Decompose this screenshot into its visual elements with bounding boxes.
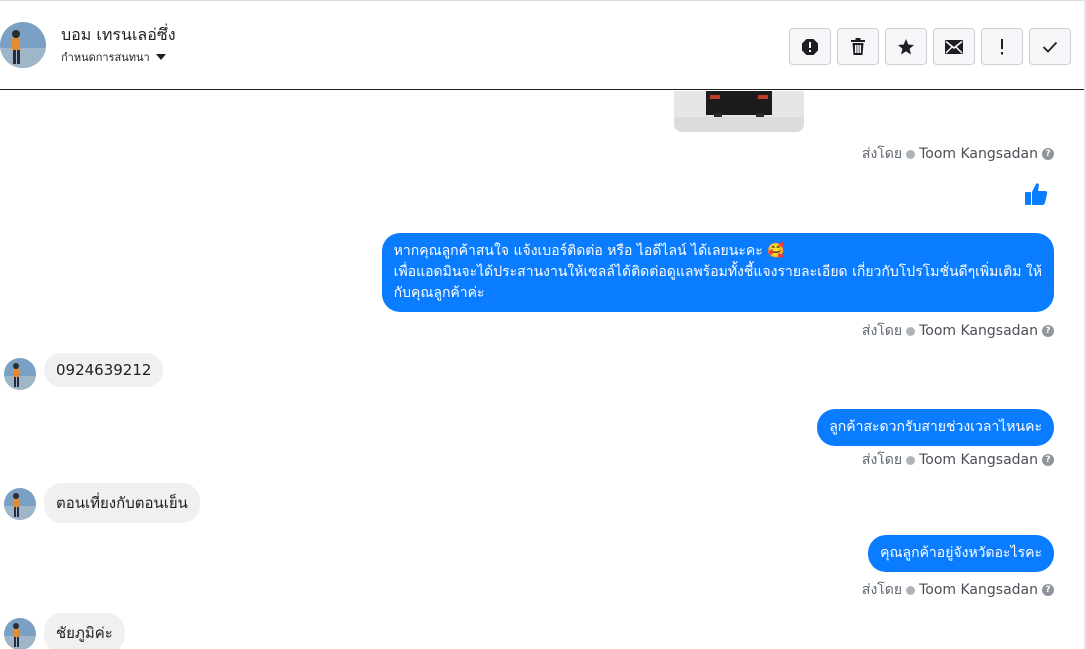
sent-by-info: ส่งโดย Toom Kangsadan ?: [862, 579, 1054, 601]
contact-name[interactable]: บอม เทรนเลอ่ซึ่ง: [61, 23, 176, 48]
incoming-message[interactable]: ตอนเที่ยงกับตอนเย็น: [44, 483, 200, 523]
sent-by-label: ส่งโดย: [861, 323, 903, 339]
help-icon[interactable]: ?: [1042, 148, 1054, 160]
conversation-toolbar: [789, 28, 1071, 65]
sent-by-label: ส่งโดย: [861, 582, 903, 598]
message-line: คุณลูกค้าอยู่จังหวัดอะไรคะ: [880, 545, 1042, 561]
message-line: กับคุณลูกค้าค่ะ: [393, 285, 485, 301]
priority-button[interactable]: [981, 28, 1023, 65]
conversation-header: บอม เทรนเลอ่ซึ่ง กำหนดการสนทนา: [0, 0, 1086, 90]
sent-by-label: ส่งโดย: [861, 146, 903, 162]
sender-name[interactable]: Toom Kangsadan: [919, 146, 1038, 162]
inbox-conversation-view: บอม เทรนเลอ่ซึ่ง กำหนดการสนทนา ส่งโดย To…: [0, 0, 1086, 649]
sender-status-icon: [906, 455, 916, 465]
sender-status-icon: [906, 326, 916, 336]
like-message[interactable]: [1023, 181, 1049, 211]
delete-icon: [851, 37, 865, 55]
mark-done-icon: [1042, 41, 1058, 53]
incoming-message[interactable]: 0924639212: [44, 353, 164, 387]
star-icon: [898, 38, 914, 54]
image-attachment[interactable]: [674, 91, 804, 132]
incoming-message[interactable]: ชัยภูมิค่ะ: [44, 613, 125, 649]
mark-spam-icon: [802, 38, 818, 55]
message-thread[interactable]: ส่งโดย Toom Kangsadan ? หากคุณลูกค้าสนใจ…: [0, 91, 1084, 649]
sent-by-info: ส่งโดย Toom Kangsadan ?: [862, 320, 1054, 342]
help-icon[interactable]: ?: [1042, 454, 1054, 466]
contact-avatar-small[interactable]: [4, 358, 36, 390]
thumbs-up-icon: [1025, 183, 1048, 205]
sent-by-info: ส่งโดย Toom Kangsadan ?: [862, 143, 1054, 165]
help-icon[interactable]: ?: [1042, 584, 1054, 596]
outgoing-message[interactable]: ลูกค้าสะดวกรับสายช่วงเวลาไหนคะ: [817, 409, 1054, 446]
sent-by-info: ส่งโดย Toom Kangsadan ?: [862, 449, 1054, 471]
sender-status-icon: [906, 585, 916, 595]
sender-name[interactable]: Toom Kangsadan: [919, 323, 1038, 339]
label-select-text: กำหนดการสนทนา: [61, 51, 150, 64]
star-button[interactable]: [885, 28, 927, 65]
sent-by-label: ส่งโดย: [861, 452, 903, 468]
priority-icon: [1001, 38, 1003, 54]
contact-avatar-small[interactable]: [4, 488, 36, 520]
message-line: หากคุณลูกค้าสนใจ แจ้งเบอร์ติดต่อ หรือ ไอ…: [393, 243, 785, 259]
help-icon[interactable]: ?: [1042, 325, 1054, 337]
mark-done-button[interactable]: [1029, 28, 1071, 65]
message-line: ลูกค้าสะดวกรับสายช่วงเวลาไหนคะ: [829, 419, 1042, 435]
mark-unread-button[interactable]: [933, 28, 975, 65]
outgoing-message[interactable]: หากคุณลูกค้าสนใจ แจ้งเบอร์ติดต่อ หรือ ไอ…: [381, 233, 1054, 312]
delete-button[interactable]: [837, 28, 879, 65]
chevron-down-icon: [155, 54, 166, 60]
sender-name[interactable]: Toom Kangsadan: [919, 582, 1038, 598]
sender-name[interactable]: Toom Kangsadan: [919, 452, 1038, 468]
mark-unread-icon: [945, 39, 963, 54]
contact-avatar[interactable]: [0, 22, 46, 68]
sender-status-icon: [906, 149, 916, 159]
message-line: เพื่อแอดมินจะได้ประสานงานให้เซลล์ได้ติดต…: [393, 264, 1042, 280]
outgoing-message[interactable]: คุณลูกค้าอยู่จังหวัดอะไรคะ: [868, 535, 1054, 572]
contact-avatar-small[interactable]: [4, 618, 36, 649]
mark-spam-button[interactable]: [789, 28, 831, 65]
conversation-label-dropdown[interactable]: กำหนดการสนทนา: [61, 48, 166, 66]
